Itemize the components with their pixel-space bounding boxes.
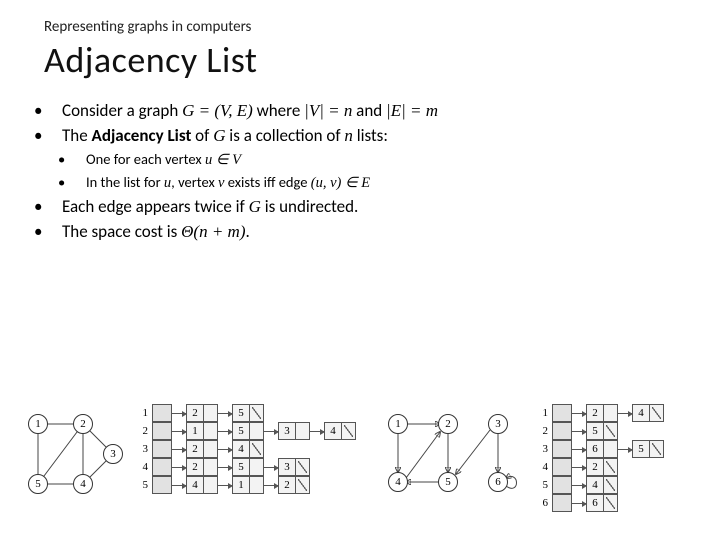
node: 5 xyxy=(438,472,458,492)
node: 5 xyxy=(28,474,48,494)
slide: Representing graphs in computers Adjacen… xyxy=(0,0,720,242)
graph-undirected: 1 2 3 4 5 xyxy=(18,404,128,504)
adjlist-undirected: 1 2 5 2 1 5 3 4 3 2 4 4 2 xyxy=(136,404,356,494)
bullet-list: •Consider a graph G = (V, E) where |V| =… xyxy=(44,100,676,242)
bullet-4: •The space cost is Θ(n + m). xyxy=(44,221,676,242)
node: 2 xyxy=(438,414,458,434)
figure-row: 1 2 3 4 5 1 2 5 2 1 5 3 4 3 xyxy=(18,404,702,512)
adj-row: 6 6 xyxy=(536,494,664,512)
bullet-2-1: •One for each vertex u ∈ V xyxy=(44,150,676,169)
node: 6 xyxy=(488,472,508,492)
adj-row: 3 2 4 xyxy=(136,440,356,458)
node: 3 xyxy=(488,414,508,434)
graph-directed: 1 2 3 4 5 6 xyxy=(378,404,528,504)
bullet-3: •Each edge appears twice if G is undirec… xyxy=(44,196,676,217)
adj-row: 2 5 xyxy=(536,422,664,440)
adj-row: 1 2 4 xyxy=(536,404,664,422)
adj-row: 2 1 5 3 4 xyxy=(136,422,356,440)
adj-row: 1 2 5 xyxy=(136,404,356,422)
adjlist-directed: 1 2 4 2 5 3 6 5 4 2 5 xyxy=(536,404,664,512)
panel-undirected: 1 2 3 4 5 1 2 5 2 1 5 3 4 3 xyxy=(18,404,356,504)
slide-title: Adjacency List xyxy=(44,38,676,82)
adj-row: 4 2 5 3 xyxy=(136,458,356,476)
bullet-2-2: •In the list for u, vertex v exists iff … xyxy=(44,173,676,192)
node: 1 xyxy=(28,414,48,434)
adj-row: 3 6 5 xyxy=(536,440,664,458)
adj-row: 4 2 xyxy=(536,458,664,476)
bullet-2: •The Adjacency List of G is a collection… xyxy=(44,125,676,146)
adj-row: 5 4 xyxy=(536,476,664,494)
node: 4 xyxy=(73,474,93,494)
panel-directed: 1 2 3 4 5 6 1 2 4 2 5 3 6 5 xyxy=(378,404,664,512)
node: 1 xyxy=(388,414,408,434)
node: 4 xyxy=(388,472,408,492)
node: 2 xyxy=(73,414,93,434)
node: 3 xyxy=(103,444,123,464)
bullet-1: •Consider a graph G = (V, E) where |V| =… xyxy=(44,100,676,121)
slide-subtitle: Representing graphs in computers xyxy=(44,18,676,36)
adj-row: 5 4 1 2 xyxy=(136,476,356,494)
